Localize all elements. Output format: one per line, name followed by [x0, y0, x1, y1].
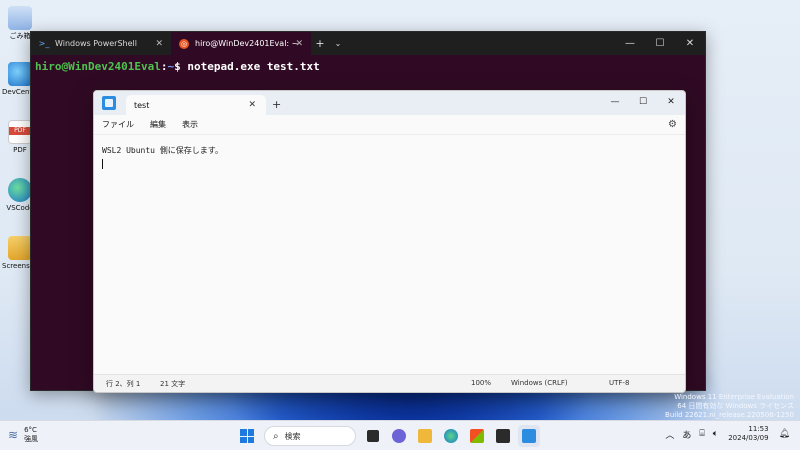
notepad-window-controls: — ☐ ✕: [601, 91, 685, 115]
windows-logo-icon: [240, 429, 254, 443]
task-view-button[interactable]: [362, 425, 384, 447]
status-encoding[interactable]: UTF-8: [609, 379, 629, 387]
wind-icon: ≋: [8, 428, 19, 442]
edge-icon: [8, 178, 32, 202]
status-zoom[interactable]: 100%: [471, 379, 491, 387]
close-icon[interactable]: ✕: [155, 39, 163, 49]
evaluation-watermark: Windows 11 Enterprise Evaluation 64 日間有効…: [665, 393, 794, 419]
text-caret: [102, 159, 103, 169]
notepad-tab[interactable]: test ✕: [126, 95, 266, 115]
taskbar: ≋ 6°C 強風 ⌕ 検索 ︿ あ ⌸ 🔈︎ 11:53 2024/03/09: [0, 420, 800, 450]
menu-view[interactable]: 表示: [182, 119, 198, 130]
status-char-count: 21 文字: [160, 380, 186, 388]
menu-edit[interactable]: 編集: [150, 119, 166, 130]
teams-button[interactable]: [388, 425, 410, 447]
status-line-ending[interactable]: Windows (CRLF): [511, 379, 568, 387]
close-button[interactable]: ✕: [675, 32, 705, 55]
edge-dev-icon: [8, 62, 32, 86]
store-icon: [470, 429, 484, 443]
close-button[interactable]: ✕: [657, 91, 685, 113]
minimize-button[interactable]: —: [601, 91, 629, 113]
status-position: 行 2、列 1: [106, 380, 141, 388]
terminal-icon: [496, 429, 510, 443]
new-tab-button[interactable]: +: [311, 37, 329, 50]
chevron-down-icon[interactable]: ⌄: [329, 39, 347, 48]
tab-powershell[interactable]: >_ Windows PowerShell ✕: [31, 32, 171, 55]
maximize-button[interactable]: ☐: [645, 32, 675, 55]
terminal-button[interactable]: [492, 425, 514, 447]
menu-file[interactable]: ファイル: [102, 119, 134, 130]
terminal-command: notepad.exe test.txt: [187, 60, 320, 73]
powershell-icon: >_: [38, 39, 50, 48]
terminal-window-controls: — ☐ ✕: [615, 32, 705, 55]
notepad-menu-bar: ファイル 編集 表示 ⚙: [94, 115, 685, 135]
editor-text: WSL2 Ubuntu 側に保存します。: [102, 146, 223, 155]
folder-icon: [418, 429, 432, 443]
ubuntu-icon: ◎: [179, 38, 189, 49]
edge-icon: [444, 429, 458, 443]
file-explorer-button[interactable]: [414, 425, 436, 447]
taskbar-search[interactable]: ⌕ 検索: [264, 426, 356, 446]
minimize-button[interactable]: —: [615, 32, 645, 55]
system-tray: ︿ あ ⌸ 🔈︎ 11:53 2024/03/09 🔔︎: [661, 425, 794, 443]
gear-icon[interactable]: ⚙: [668, 119, 677, 130]
taskbar-apps: ⌕ 検索: [234, 425, 542, 447]
clock[interactable]: 11:53 2024/03/09: [728, 425, 768, 443]
notepad-icon: [102, 96, 116, 110]
recycle-bin-icon: [8, 6, 32, 30]
start-button[interactable]: [236, 425, 258, 447]
volume-icon[interactable]: 🔈︎: [713, 429, 718, 439]
new-tab-button[interactable]: +: [272, 98, 281, 111]
notepad-status-bar: 行 2、列 1 21 文字 100% Windows (CRLF) UTF-8: [94, 374, 685, 392]
pdf-icon: PDF: [8, 120, 32, 144]
notification-icon[interactable]: 🔔︎: [779, 429, 790, 439]
notepad-title-bar: test ✕ + — ☐ ✕: [94, 91, 685, 115]
edge-button[interactable]: [440, 425, 462, 447]
notepad-window[interactable]: test ✕ + — ☐ ✕ ファイル 編集 表示 ⚙ WSL2 Ubuntu …: [93, 90, 686, 393]
notepad-editor[interactable]: WSL2 Ubuntu 側に保存します。: [94, 135, 685, 374]
search-icon: ⌕: [273, 430, 279, 442]
tab-ubuntu[interactable]: ◎ hiro@WinDev2401Eval: ~ ✕: [171, 32, 311, 55]
task-view-icon: [367, 430, 379, 442]
maximize-button[interactable]: ☐: [629, 91, 657, 113]
terminal-prompt-line[interactable]: hiro@WinDev2401Eval:~$ notepad.exe test.…: [31, 55, 705, 78]
ime-indicator[interactable]: あ: [682, 428, 691, 441]
teams-icon: [392, 429, 406, 443]
chevron-up-icon[interactable]: ︿: [665, 428, 674, 441]
notepad-icon: [522, 429, 536, 443]
folder-icon: [8, 236, 32, 260]
weather-widget[interactable]: ≋ 6°C 強風: [8, 426, 38, 444]
network-icon[interactable]: ⌸: [699, 429, 704, 439]
close-icon[interactable]: ✕: [248, 100, 256, 110]
store-button[interactable]: [466, 425, 488, 447]
notepad-button[interactable]: [518, 425, 540, 447]
terminal-tab-bar: >_ Windows PowerShell ✕ ◎ hiro@WinDev240…: [31, 32, 705, 55]
close-icon[interactable]: ✕: [295, 39, 303, 49]
